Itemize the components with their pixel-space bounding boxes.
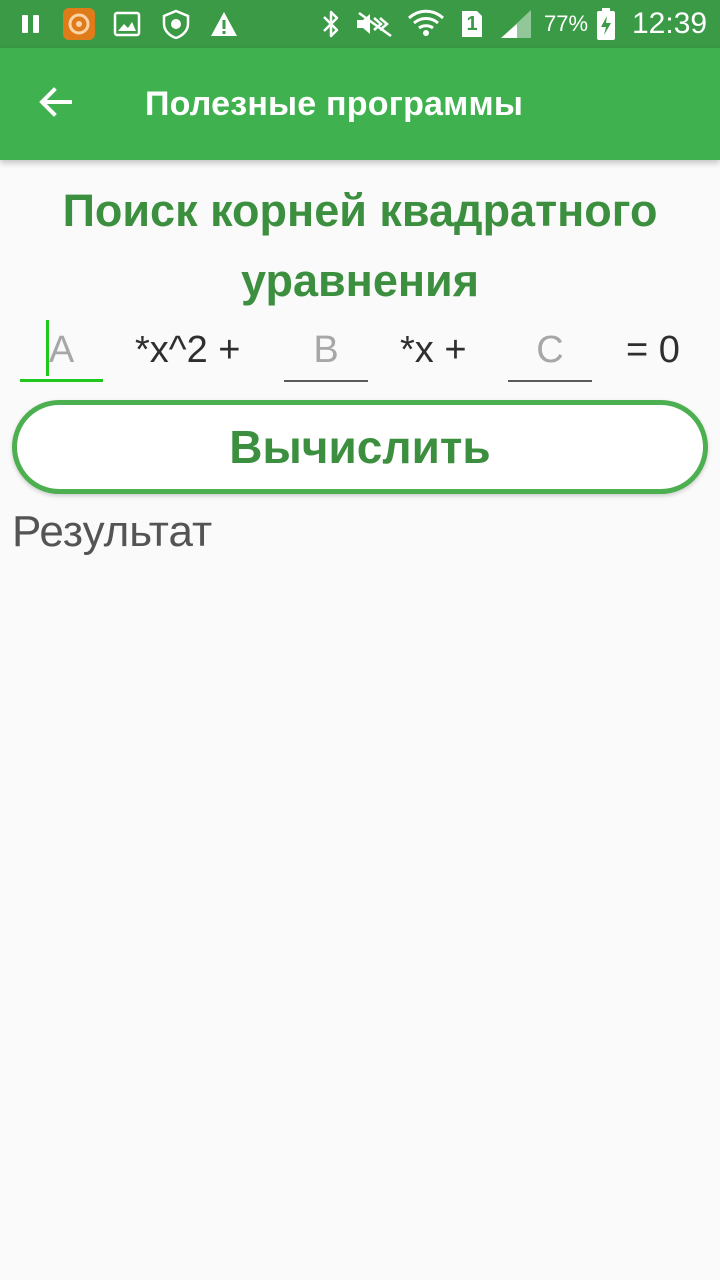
clock: 12:39 — [632, 7, 708, 40]
page-heading: Поиск корней квадратного уравнения — [0, 176, 720, 316]
result-text: Результат — [12, 507, 213, 556]
coefficient-b-placeholder: B — [313, 329, 339, 371]
coefficient-b-input[interactable]: B — [284, 318, 368, 382]
x-squared-term: *x^2 + — [135, 329, 241, 371]
wifi-icon — [406, 8, 446, 40]
mute-icon — [352, 8, 400, 40]
coefficient-a-placeholder: A — [48, 329, 75, 371]
app-title: Полезные программы — [145, 85, 524, 123]
calculate-button[interactable]: Вычислить — [12, 400, 708, 494]
coefficient-c-input[interactable]: C — [508, 318, 592, 382]
signal-icon — [498, 8, 534, 40]
app-bar: Полезные программы — [0, 48, 720, 160]
back-button[interactable] — [24, 76, 88, 132]
sim-slot-number: 1 — [466, 13, 478, 35]
status-bar: 1 77% 12:39 — [0, 0, 720, 48]
battery-charging-icon — [596, 8, 616, 40]
app-notification-icon — [62, 8, 96, 40]
security-shield-icon — [160, 8, 192, 40]
x-term: *x + — [400, 329, 467, 371]
coefficient-c-placeholder: C — [536, 329, 564, 371]
image-icon — [112, 8, 142, 40]
bluetooth-icon — [318, 8, 344, 40]
page-heading-line1: Поиск корней квадратного — [62, 185, 658, 236]
coefficient-a-input[interactable]: A — [20, 318, 103, 382]
warning-icon — [208, 8, 240, 40]
pause-icon — [18, 8, 44, 40]
arrow-back-icon — [36, 82, 76, 127]
text-cursor — [46, 320, 49, 376]
battery-percent: 77% — [544, 11, 589, 36]
page-heading-line2: уравнения — [241, 255, 479, 306]
equals-zero: = 0 — [626, 329, 680, 371]
